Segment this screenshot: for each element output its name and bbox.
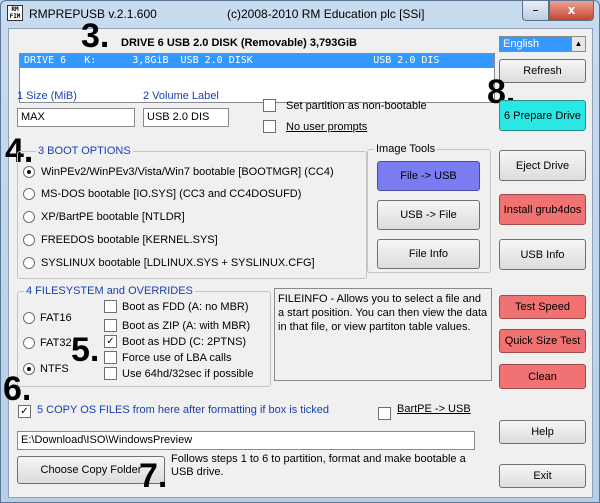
- file-info-button[interactable]: File Info: [377, 239, 480, 269]
- no-prompts-checkbox[interactable]: [263, 120, 276, 133]
- install-grub4dos-button[interactable]: Install grub4dos: [499, 194, 586, 225]
- image-tools-title: Image Tools: [374, 143, 438, 155]
- fs-radio-fat32[interactable]: [23, 337, 35, 349]
- language-select[interactable]: English ▲: [499, 36, 586, 52]
- close-button[interactable]: x: [549, 1, 594, 21]
- boot-option-radio-3[interactable]: [23, 234, 35, 246]
- override-label-0: Boot as FDD (A: no MBR): [122, 301, 249, 313]
- bartpe-label: BartPE -> USB: [397, 403, 471, 415]
- step-marker-3: 3.: [81, 17, 110, 55]
- test-speed-button[interactable]: Test Speed: [499, 295, 586, 319]
- filesystem-title: 4 FILESYSTEM and OVERRIDES: [24, 285, 195, 297]
- step-marker-7: 7.: [139, 457, 168, 495]
- file-to-usb-button[interactable]: File -> USB: [377, 161, 480, 191]
- steps-help-text: Follows steps 1 to 6 to partition, forma…: [171, 453, 466, 478]
- window-copyright: (c)2008-2010 RM Education plc [SSi]: [227, 7, 425, 21]
- bartpe-checkbox[interactable]: [378, 407, 391, 420]
- override-checkbox-3[interactable]: [104, 351, 117, 364]
- boot-option-radio-0[interactable]: [23, 166, 35, 178]
- exit-button[interactable]: Exit: [499, 464, 586, 488]
- chevron-up-icon[interactable]: ▲: [571, 37, 585, 51]
- app-icon: RM FIM: [7, 5, 23, 21]
- step-marker-6: 6.: [3, 370, 32, 408]
- boot-option-radio-4[interactable]: [23, 257, 35, 269]
- copy-folder-path-input[interactable]: E:\Download\ISO\WindowsPreview: [17, 431, 475, 450]
- fs-label-fat32: FAT32: [40, 337, 72, 349]
- drive-list[interactable]: DRIVE 6 K: 3,8GiB USB 2.0 DISK USB 2.0 D…: [19, 53, 495, 103]
- boot-option-label-3: FREEDOS bootable [KERNEL.SYS]: [41, 234, 218, 246]
- override-label-2: Boot as HDD (C: 2PTNS): [122, 336, 247, 348]
- quick-size-test-button[interactable]: Quick Size Test: [499, 329, 586, 353]
- clean-button[interactable]: Clean: [499, 364, 586, 389]
- boot-option-label-2: XP/BartPE bootable [NTLDR]: [41, 211, 185, 223]
- size-label: 1 Size (MiB): [17, 90, 77, 102]
- override-checkbox-4[interactable]: [104, 367, 117, 380]
- volume-label-label: 2 Volume Label: [143, 90, 219, 102]
- eject-drive-button[interactable]: Eject Drive: [499, 150, 586, 181]
- volume-label-input[interactable]: USB 2.0 DIS: [143, 108, 229, 127]
- app-window: RM FIM RMPREPUSB v.2.1.600 (c)2008-2010 …: [0, 0, 600, 503]
- boot-option-label-4: SYSLINUX bootable [LDLINUX.SYS + SYSLINU…: [41, 257, 315, 269]
- non-bootable-label: Set partition as non-bootable: [286, 100, 427, 112]
- override-checkbox-0[interactable]: [104, 300, 117, 313]
- fs-label-ntfs: NTFS: [40, 363, 69, 375]
- drive-title: DRIVE 6 USB 2.0 DISK (Removable) 3,793Gi…: [121, 37, 357, 49]
- size-input[interactable]: MAX: [17, 108, 135, 127]
- override-label-3: Force use of LBA calls: [122, 352, 232, 364]
- boot-option-label-0: WinPEv2/WinPEv3/Vista/Win7 bootable [BOO…: [41, 166, 334, 178]
- prepare-drive-button[interactable]: 6 Prepare Drive: [499, 100, 586, 131]
- boot-option-label-1: MS-DOS bootable [IO.SYS] (CC3 and CC4DOS…: [41, 188, 302, 200]
- step-marker-5: 5.: [71, 331, 100, 369]
- boot-options-title: 3 BOOT OPTIONS: [36, 145, 133, 157]
- usb-info-button[interactable]: USB Info: [499, 239, 586, 270]
- override-label-4: Use 64hd/32sec if possible: [122, 368, 254, 380]
- client-area: 3. DRIVE 6 USB 2.0 DISK (Removable) 3,79…: [3, 19, 593, 498]
- no-prompts-label: No user prompts: [286, 121, 368, 133]
- override-label-1: Boot as ZIP (A: with MBR): [122, 320, 251, 332]
- override-checkbox-1[interactable]: [104, 319, 117, 332]
- help-button[interactable]: Help: [499, 420, 586, 444]
- non-bootable-checkbox[interactable]: [263, 99, 276, 112]
- boot-option-radio-2[interactable]: [23, 211, 35, 223]
- minimize-button[interactable]: –: [522, 1, 549, 21]
- drive-list-row[interactable]: DRIVE 6 K: 3,8GiB USB 2.0 DISK USB 2.0 D…: [20, 54, 494, 68]
- override-checkbox-2[interactable]: ✓: [104, 335, 117, 348]
- fs-radio-fat16[interactable]: [23, 312, 35, 324]
- copy-files-label: 5 COPY OS FILES from here after formatti…: [37, 404, 330, 416]
- usb-to-file-button[interactable]: USB -> File: [377, 200, 480, 230]
- fs-label-fat16: FAT16: [40, 312, 72, 324]
- info-text-box: FILEINFO - Allows you to select a file a…: [274, 288, 492, 381]
- copy-files-checkbox[interactable]: ✓: [18, 405, 31, 418]
- boot-option-radio-1[interactable]: [23, 188, 35, 200]
